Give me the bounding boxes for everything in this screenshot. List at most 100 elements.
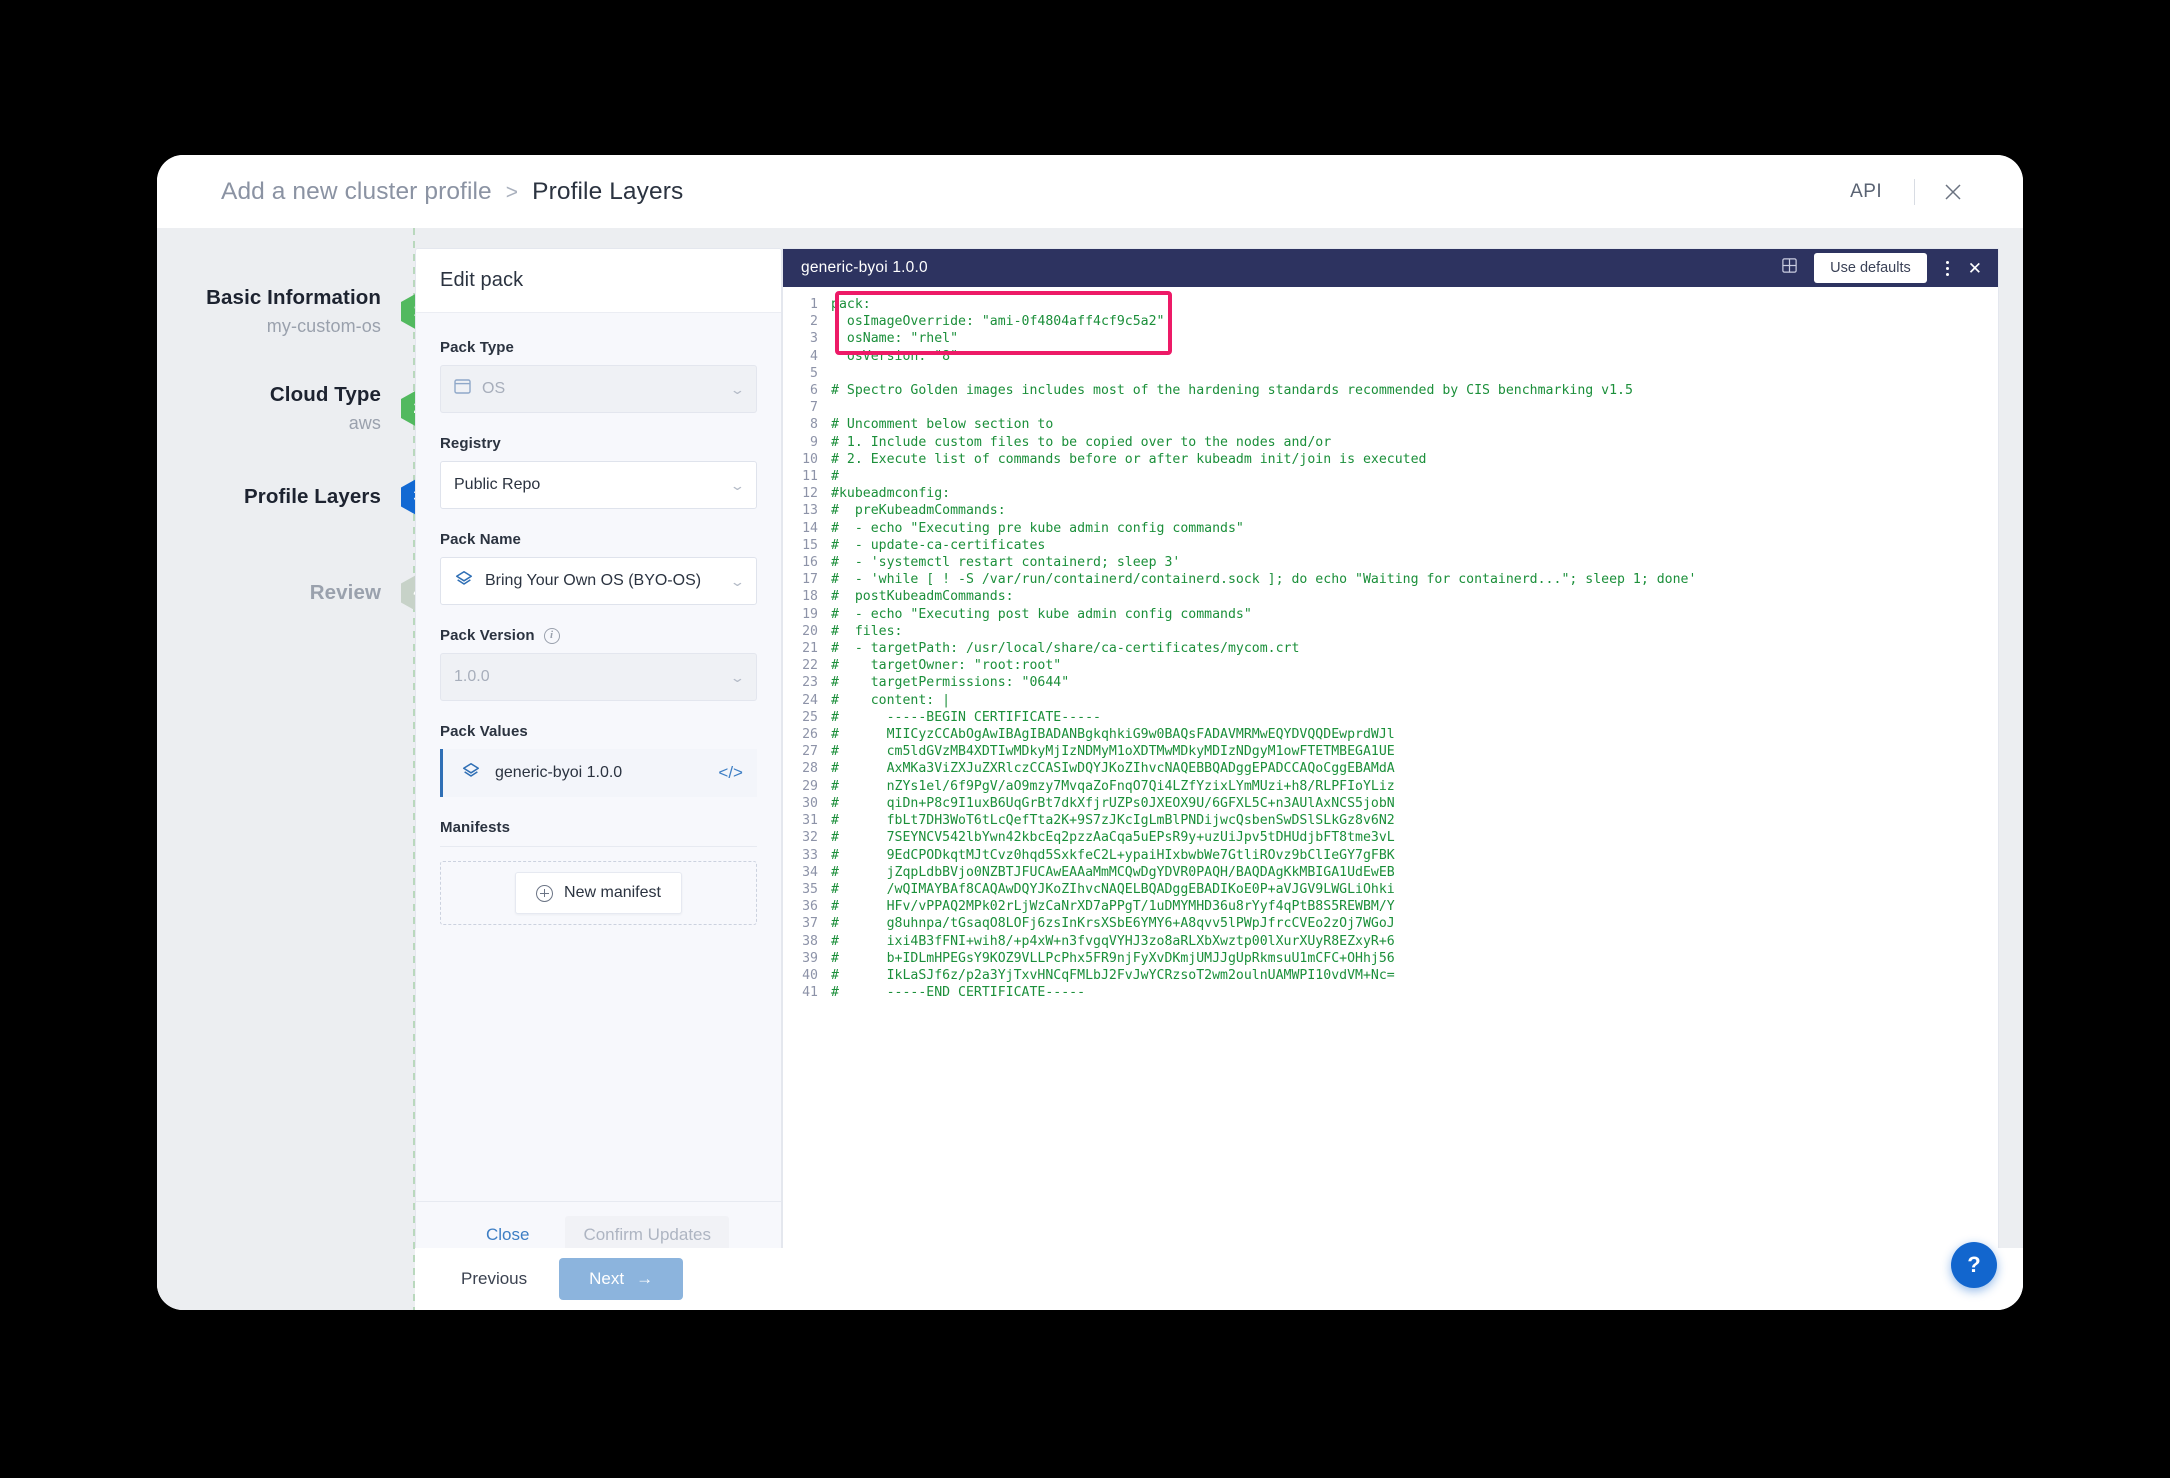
cluster-profile-window: Add a new cluster profile > Profile Laye… [157,155,2023,1310]
line-text: osImageOverride: "ami-0f4804aff4cf9c5a2" [831,313,1164,330]
code-line: 30# qiDn+P8c9I1uxB6UqGrBt7dkXfjrUZPs0JXE… [783,795,1998,812]
arrow-right-icon: → [636,1269,653,1289]
api-button[interactable]: API [1840,175,1892,209]
help-button[interactable]: ? [1951,1242,1997,1288]
pack-values-item[interactable]: generic-byoi 1.0.0 </> [440,749,757,797]
line-text: # IkLaSJf6z/p2a3YjTxvHNCqFMLbJ2FvJwYCRzs… [831,967,1395,984]
field-registry: Registry Public Repo ⌄ [440,435,757,509]
pack-type-label: Pack Type [440,339,757,356]
line-text: # preKubeadmCommands: [831,502,1006,519]
line-text: # content: | [831,692,950,709]
pack-version-label: Pack Version [440,627,535,644]
line-text: # - 'while [ ! -S /var/run/containerd/co… [831,571,1696,588]
line-number: 35 [783,881,831,898]
pack-type-select: OS ⌄ [440,365,757,413]
edit-pack-form: Pack Type OS ⌄ Registry Publi [416,313,781,925]
close-icon[interactable] [1937,176,1969,208]
code-content[interactable]: 1pack:2 osImageOverride: "ami-0f4804aff4… [783,287,1998,1269]
code-line: 11# [783,468,1998,485]
code-line: 6# Spectro Golden images includes most o… [783,382,1998,399]
line-text: # MIICyzCCAbOgAwIBAgIBADANBgkqhkiG9w0BAQ… [831,726,1395,743]
line-number: 2 [783,313,831,330]
code-line: 2 osImageOverride: "ami-0f4804aff4cf9c5a… [783,313,1998,330]
code-line: 17# - 'while [ ! -S /var/run/containerd/… [783,571,1998,588]
line-number: 20 [783,623,831,640]
wizard-step-profile-layers[interactable]: Profile Layers 3 [244,478,435,516]
breadcrumb: Add a new cluster profile > Profile Laye… [221,178,683,206]
wizard-step-basic-information[interactable]: Basic Information my-custom-os 1 [206,286,435,337]
code-line: 33# 9EdCPODkqtMJtCvz0hqd5SxkfeC2L+ypaiHI… [783,847,1998,864]
code-line: 9# 1. Include custom files to be copied … [783,434,1998,451]
line-number: 40 [783,967,831,984]
editor-toolbar: Use defaults ✕ [1781,253,1982,283]
previous-button[interactable]: Previous [445,1260,543,1298]
topbar-actions: API [1840,175,1969,209]
code-line: 21# - targetPath: /usr/local/share/ca-ce… [783,640,1998,657]
code-line: 10# 2. Execute list of commands before o… [783,451,1998,468]
new-manifest-button[interactable]: New manifest [515,872,682,914]
pack-name-value: Bring Your Own OS (BYO-OS) [485,572,701,590]
field-manifests: Manifests New manifest [440,819,757,925]
code-line: 15# - update-ca-certificates [783,537,1998,554]
next-button[interactable]: Next → [559,1258,683,1300]
line-text: # - targetPath: /usr/local/share/ca-cert… [831,640,1299,657]
line-number: 14 [783,520,831,537]
line-number: 19 [783,606,831,623]
line-text: # jZqpLdbBVjo0NZBTJFUCAwEAAaMmMCQwDgYDVR… [831,864,1395,881]
line-number: 36 [783,898,831,915]
pack-values-item-label: generic-byoi 1.0.0 [495,764,622,782]
info-icon[interactable]: i [544,628,560,644]
code-lines: 1pack:2 osImageOverride: "ami-0f4804aff4… [783,296,1998,1001]
step-title: Review [310,581,381,605]
line-text: # Uncomment below section to [831,416,1053,433]
layers-icon [454,569,474,594]
editor-close-icon[interactable]: ✕ [1968,260,1982,277]
line-number: 12 [783,485,831,502]
window-topbar: Add a new cluster profile > Profile Laye… [157,155,2023,228]
line-text: # - echo "Executing post kube admin conf… [831,606,1252,623]
field-pack-values: Pack Values generic-byoi 1.0.0 </> [440,723,757,797]
code-brackets-icon[interactable]: </> [718,763,743,783]
line-number: 1 [783,296,831,313]
line-text: # AxMKa3ViZXJuZXRlczCCASIwDQYJKoZIhvcNAQ… [831,760,1395,777]
line-text: # cm5ldGVzMB4XDTIwMDkyMjIzNDMyM1oXDTMwMD… [831,743,1395,760]
registry-select[interactable]: Public Repo ⌄ [440,461,757,509]
line-number: 15 [783,537,831,554]
code-line: 7 [783,399,1998,416]
new-manifest-label: New manifest [564,884,661,902]
pack-name-select[interactable]: Bring Your Own OS (BYO-OS) ⌄ [440,557,757,605]
code-line: 32# 7SEYNCV542lbYwn42kbcEq2pzzAaCqa5uEPs… [783,829,1998,846]
code-line: 3 osName: "rhel" [783,330,1998,347]
line-number: 21 [783,640,831,657]
code-line: 31# fbLt7DH3WoT6tLcQefTta2K+9S7zJKcIgLmB… [783,812,1998,829]
breadcrumb-separator: > [506,181,518,205]
plus-circle-icon [536,885,553,902]
more-vertical-icon[interactable] [1943,258,1952,279]
wizard-step-cloud-type[interactable]: Cloud Type aws 2 [270,383,435,434]
code-line: 37# g8uhnpa/tGsaqO8LOFj6zsInKrsXSbE6YMY6… [783,915,1998,932]
code-line: 28# AxMKa3ViZXJuZXRlczCCASIwDQYJKoZIhvcN… [783,760,1998,777]
code-line: 36# HFv/vPPAQ2MPk02rLjWzCaNrXD7aPPgT/1uD… [783,898,1998,915]
code-line: 20# files: [783,623,1998,640]
line-number: 9 [783,434,831,451]
chevron-down-icon: ⌄ [730,383,746,396]
step-subtitle: my-custom-os [206,316,381,337]
line-number: 29 [783,778,831,795]
pack-values-editor: generic-byoi 1.0.0 Use defaults ✕ 1pack:… [782,248,1999,1270]
line-number: 31 [783,812,831,829]
grid-layout-icon[interactable] [1781,257,1798,279]
edit-pack-title: Edit pack [440,269,523,292]
code-line: 24# content: | [783,692,1998,709]
code-line: 39# b+IDLmHPEGsY9KOZ9VLLPcPhx5FR9njFyXvD… [783,950,1998,967]
line-text: osVersion: "8" [831,348,958,365]
use-defaults-button[interactable]: Use defaults [1814,253,1927,283]
code-line: 27# cm5ldGVzMB4XDTIwMDkyMjIzNDMyM1oXDTMw… [783,743,1998,760]
line-text: # files: [831,623,902,640]
breadcrumb-root[interactable]: Add a new cluster profile [221,178,492,206]
line-number: 11 [783,468,831,485]
line-number: 30 [783,795,831,812]
line-text: # targetPermissions: "0644" [831,674,1069,691]
pack-version-select: 1.0.0 ⌄ [440,653,757,701]
pack-type-value: OS [482,380,505,398]
registry-label: Registry [440,435,757,452]
